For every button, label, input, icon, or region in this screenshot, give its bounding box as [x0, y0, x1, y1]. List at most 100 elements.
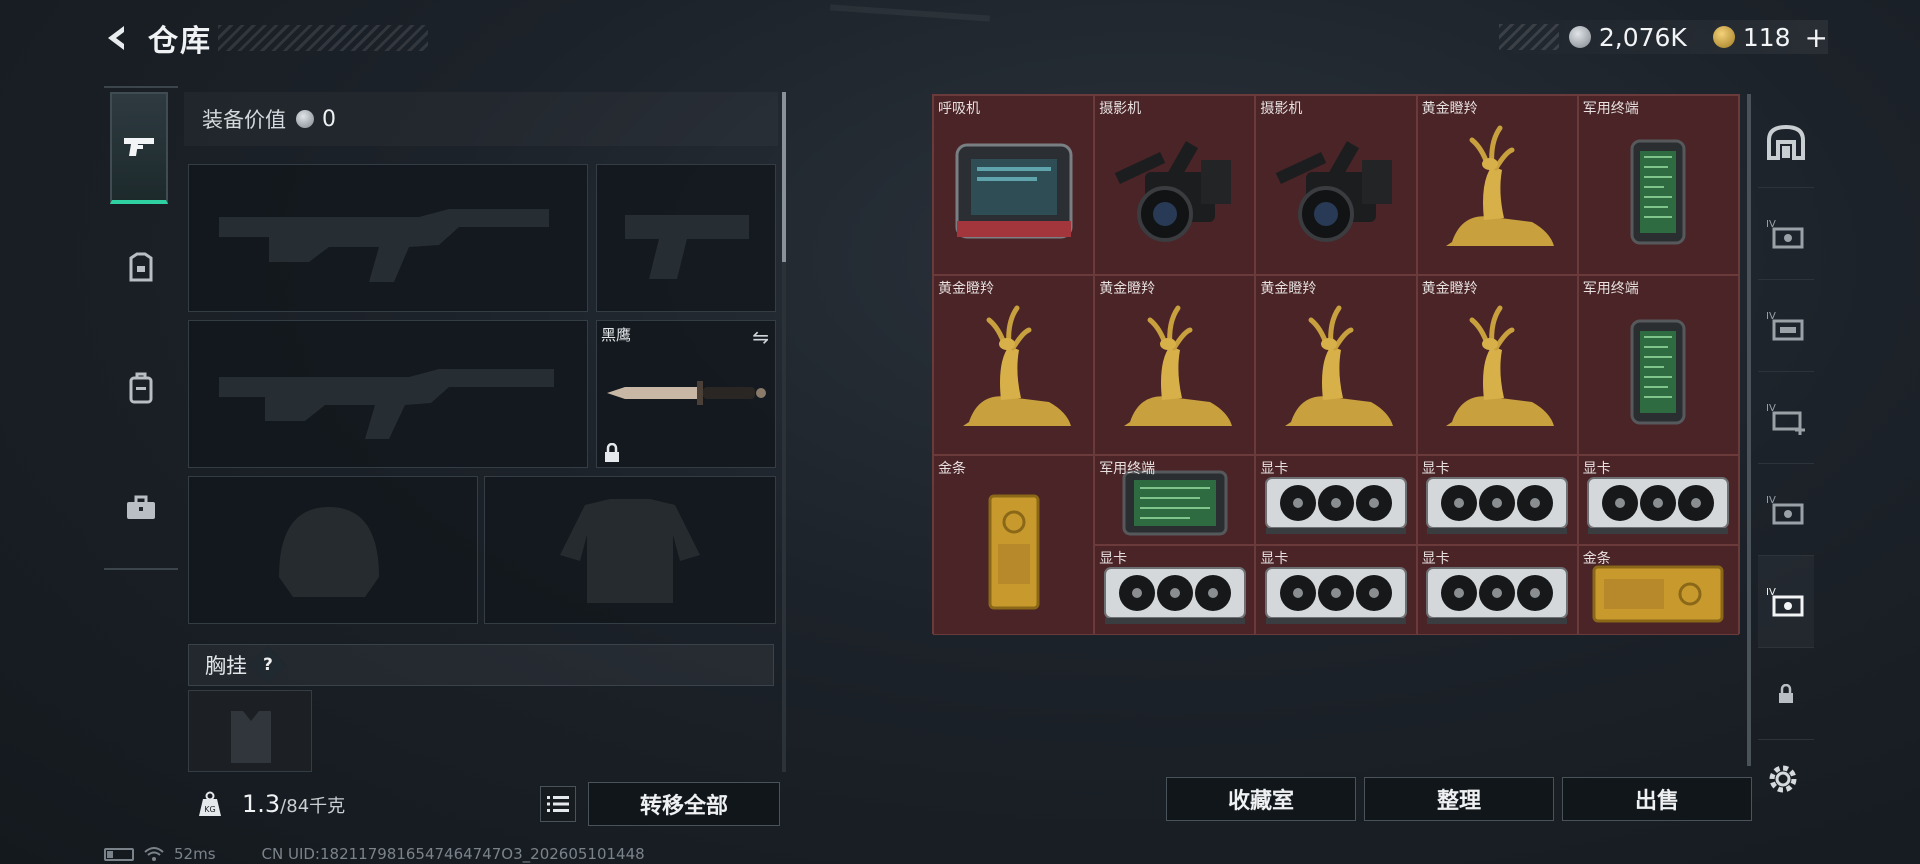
- tab-storage-6[interactable]: IV: [1758, 556, 1814, 648]
- secondary-weapon-slot[interactable]: [188, 320, 588, 468]
- help-button[interactable]: ?: [249, 646, 287, 684]
- storage-cell[interactable]: 金条: [1577, 545, 1739, 635]
- uid-readout: CN UID:1821179816547464747O3_20260510144…: [261, 845, 645, 863]
- storage-cell[interactable]: 黄金瞪羚: [1416, 275, 1578, 455]
- item-name: 军用终端: [1099, 461, 1156, 477]
- storage-scrollbar[interactable]: [1747, 94, 1751, 766]
- title-decoration: [218, 25, 428, 51]
- body-armor-slot[interactable]: [484, 476, 776, 624]
- storage-cell[interactable]: 显卡: [1255, 545, 1417, 635]
- lock-icon: [605, 443, 619, 462]
- vest-silhouette-icon: [231, 711, 271, 763]
- armor-icon: [129, 252, 153, 282]
- gold-amount: 118: [1742, 22, 1791, 52]
- storage-box-icon: IV: [1766, 219, 1804, 248]
- storage-cell[interactable]: 摄影机: [1255, 95, 1417, 275]
- sort-button[interactable]: 整理: [1364, 777, 1554, 821]
- arch-storage-icon: [1767, 124, 1805, 160]
- item-image-icon: [988, 494, 1040, 610]
- status-bar: 52ms CN UID:1821179816547464747O3_202605…: [104, 844, 645, 864]
- sidearm-slot[interactable]: [596, 164, 776, 312]
- back-arrow-icon[interactable]: [100, 21, 134, 55]
- sell-button[interactable]: 出售: [1562, 777, 1752, 821]
- backpack-icon: [129, 372, 153, 404]
- equipment-footer: KG 1.3/84千克 转移全部: [184, 776, 786, 832]
- storage-add-icon: IV: [1766, 403, 1805, 435]
- nav-backpack[interactable]: [104, 328, 178, 448]
- tab-storage-5[interactable]: IV: [1758, 464, 1814, 556]
- item-image-icon: [955, 143, 1073, 239]
- scroll-thumb[interactable]: [782, 92, 786, 262]
- item-name: 黄金瞪羚: [1260, 281, 1317, 297]
- item-image-icon: [1592, 565, 1724, 623]
- swap-icon[interactable]: ⇋: [752, 325, 769, 349]
- nav-case[interactable]: [104, 448, 178, 568]
- item-image-icon: [1446, 125, 1555, 247]
- storage-grid: 呼吸机 摄影机 摄影机 黄金瞪羚 军用终端 黄金瞪羚 黄金瞪羚 黄金瞪羚 黄金瞪羚 军用终端 军用终…: [932, 94, 1740, 635]
- tab-locked[interactable]: [1758, 648, 1814, 740]
- storage-cell[interactable]: 显卡: [1416, 545, 1578, 635]
- item-image-icon: [1264, 566, 1407, 624]
- transfer-all-button[interactable]: 转移全部: [588, 782, 780, 826]
- storage-cell[interactable]: 金条: [933, 455, 1095, 635]
- weight-readout: 1.3/84千克: [242, 790, 345, 818]
- weight-capacity: /84千克: [280, 796, 346, 817]
- left-category-nav: [104, 86, 178, 570]
- item-image-icon: [1284, 305, 1393, 427]
- svg-text:KG: KG: [204, 805, 215, 814]
- storage-cell[interactable]: 显卡: [1416, 455, 1578, 545]
- item-name: 呼吸机: [938, 101, 980, 117]
- storage-cell[interactable]: 军用终端: [1577, 275, 1739, 455]
- silver-coin-icon: [1568, 26, 1591, 48]
- helmet-silhouette-icon: [279, 507, 379, 597]
- storage-panel: 呼吸机 摄影机 摄影机 黄金瞪羚 军用终端 黄金瞪羚 黄金瞪羚 黄金瞪羚 黄金瞪羚 军用终端 军用终…: [932, 94, 1740, 635]
- item-image-icon: [1426, 566, 1569, 624]
- storage-cell[interactable]: 黄金瞪羚: [1416, 95, 1578, 275]
- item-image-icon: [962, 305, 1071, 427]
- item-name: 军用终端: [1582, 101, 1639, 117]
- nav-weapons[interactable]: [110, 92, 168, 204]
- storage-cell[interactable]: 显卡: [1094, 545, 1256, 635]
- item-name: 显卡: [1099, 551, 1128, 567]
- rifle-silhouette-icon: [219, 209, 549, 282]
- storage-cell[interactable]: 显卡: [1577, 455, 1739, 545]
- storage-cell[interactable]: 军用终端: [1094, 455, 1256, 545]
- equipment-scrollbar[interactable]: [782, 92, 786, 772]
- storage-cell[interactable]: 军用终端: [1577, 95, 1739, 275]
- nav-armor[interactable]: [104, 208, 178, 328]
- header: 仓库: [100, 18, 428, 59]
- equipment-value: 0: [322, 106, 336, 132]
- collection-room-button[interactable]: 收藏室: [1166, 777, 1356, 821]
- storage-cell[interactable]: 摄影机: [1094, 95, 1256, 275]
- tab-storage-4[interactable]: IV: [1758, 372, 1814, 464]
- storage-cell[interactable]: 显卡: [1255, 455, 1417, 545]
- storage-cell[interactable]: 黄金瞪羚: [1255, 275, 1417, 455]
- tab-storage-2[interactable]: IV: [1758, 188, 1814, 280]
- storage-cell[interactable]: 黄金瞪羚: [1094, 275, 1256, 455]
- melee-slot[interactable]: 黑鹰 ⇋: [596, 320, 776, 468]
- battery-icon: [104, 847, 134, 861]
- primary-weapon-slot[interactable]: [188, 164, 588, 312]
- item-image-icon: [1426, 476, 1569, 534]
- currency-bar: 2,076K 118 +: [1498, 20, 1828, 54]
- chest-rig-slot[interactable]: [188, 690, 312, 772]
- equipment-value-bar: 装备价值 0: [184, 92, 778, 146]
- tab-storage-3[interactable]: IV: [1758, 280, 1814, 372]
- page-title: 仓库: [148, 24, 212, 59]
- item-image-icon: [1446, 305, 1555, 427]
- helmet-slot[interactable]: [188, 476, 478, 624]
- currency-decoration: [1498, 24, 1559, 50]
- item-name: 黄金瞪羚: [1421, 281, 1478, 297]
- storage-cell[interactable]: 黄金瞪羚: [933, 275, 1095, 455]
- item-name: 军用终端: [1582, 281, 1639, 297]
- settings-gear-icon[interactable]: [1766, 762, 1800, 800]
- item-image-icon: [1122, 470, 1228, 536]
- tab-main-storage[interactable]: [1758, 96, 1814, 188]
- chest-rig-label: 胸挂: [205, 654, 247, 678]
- item-image-icon: [1587, 476, 1730, 534]
- storage-cell[interactable]: 呼吸机: [933, 95, 1095, 275]
- item-image-icon: [1264, 476, 1407, 534]
- list-view-button[interactable]: [540, 786, 576, 822]
- add-currency-button[interactable]: +: [1805, 21, 1828, 54]
- item-name: 摄影机: [1099, 101, 1142, 117]
